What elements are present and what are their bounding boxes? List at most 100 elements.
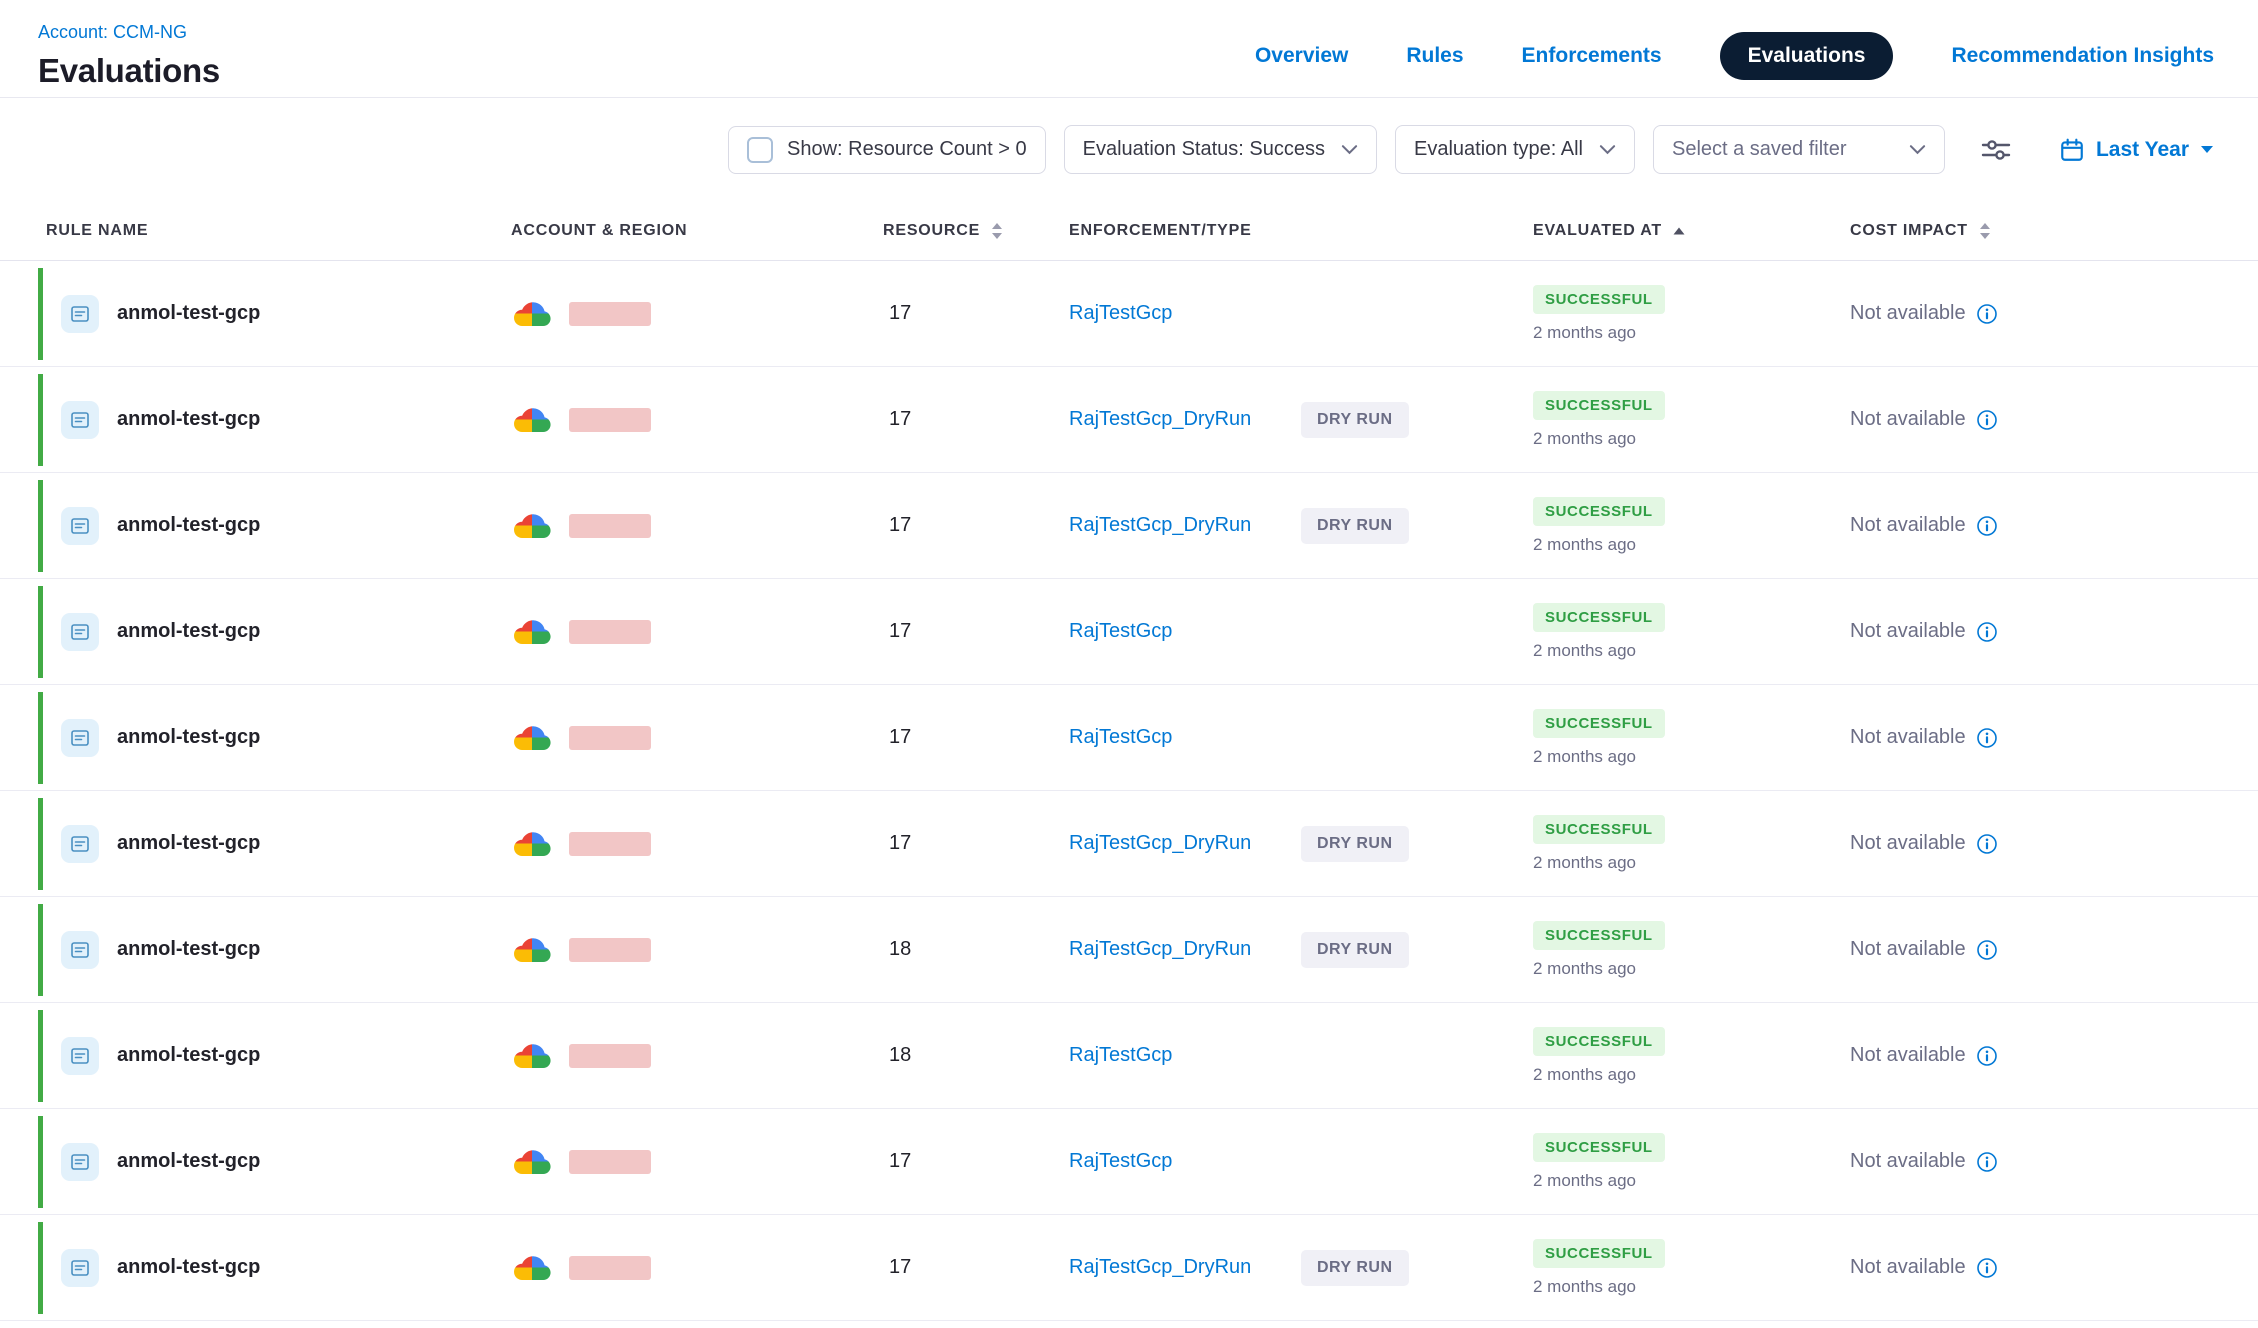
cost-impact-value: Not available [1850, 1044, 1966, 1067]
column-label: COST IMPACT [1850, 222, 1968, 240]
evaluated-at-cell: SUCCESSFUL 2 months ago [1533, 1133, 1850, 1191]
column-resource[interactable]: RESOURCE [883, 221, 1069, 241]
table-row[interactable]: anmol-test-gcp 17 RajTestGcp_DryRun DRY … [0, 1215, 2258, 1321]
dry-run-badge: DRY RUN [1301, 508, 1409, 544]
account-region-cell [511, 723, 883, 752]
cost-impact-value: Not available [1850, 408, 1966, 431]
enforcement-link[interactable]: RajTestGcp [1069, 1150, 1301, 1173]
table-row[interactable]: anmol-test-gcp 17 RajTestGcp_DryRun DRY … [0, 367, 2258, 473]
info-icon[interactable] [1976, 833, 1998, 855]
tab-evaluations[interactable]: Evaluations [1720, 32, 1894, 80]
resource-count: 17 [883, 832, 1069, 855]
cost-impact-cell: Not available [1850, 832, 2214, 855]
enforcement-link[interactable]: RajTestGcp_DryRun [1069, 832, 1301, 855]
cost-impact-cell: Not available [1850, 620, 2214, 643]
sort-icon[interactable] [1978, 221, 1992, 241]
enforcement-link[interactable]: RajTestGcp [1069, 620, 1301, 643]
account-breadcrumb[interactable]: Account: CCM-NG [38, 22, 187, 43]
gcp-cloud-icon [511, 723, 553, 752]
enforcement-cell: RajTestGcp [1069, 1044, 1533, 1067]
rule-name: anmol-test-gcp [117, 514, 260, 537]
enforcement-link[interactable]: RajTestGcp [1069, 726, 1301, 749]
table-row[interactable]: anmol-test-gcp 17 RajTestGcp_DryRun DRY … [0, 473, 2258, 579]
table-row[interactable]: anmol-test-gcp 17 RajTestGcp SUCCESSFUL … [0, 685, 2258, 791]
cost-impact-value: Not available [1850, 514, 1966, 537]
dry-run-badge: DRY RUN [1301, 402, 1409, 438]
resource-count: 18 [883, 938, 1069, 961]
enforcement-link[interactable]: RajTestGcp_DryRun [1069, 514, 1301, 537]
gcp-cloud-icon [511, 1253, 553, 1282]
gcp-cloud-icon [511, 405, 553, 434]
gcp-cloud-icon [511, 935, 553, 964]
column-evaluated-at[interactable]: EVALUATED AT [1533, 222, 1850, 240]
evaluated-at-cell: SUCCESSFUL 2 months ago [1533, 285, 1850, 343]
cost-impact-cell: Not available [1850, 1150, 2214, 1173]
rule-name: anmol-test-gcp [117, 408, 260, 431]
header-left: Account: CCM-NG Evaluations [38, 22, 220, 90]
evaluated-time: 2 months ago [1533, 959, 1850, 979]
resource-count-checkbox[interactable] [747, 137, 773, 163]
sliders-icon [1981, 137, 2011, 163]
enforcement-link[interactable]: RajTestGcp [1069, 302, 1301, 325]
tab-overview[interactable]: Overview [1255, 32, 1348, 80]
evaluated-time: 2 months ago [1533, 1277, 1850, 1297]
info-icon[interactable] [1976, 303, 1998, 325]
info-icon[interactable] [1976, 1045, 1998, 1067]
enforcement-cell: RajTestGcp_DryRun DRY RUN [1069, 402, 1533, 438]
info-icon[interactable] [1976, 939, 1998, 961]
resource-count-filter[interactable]: Show: Resource Count > 0 [728, 126, 1046, 174]
cost-impact-cell: Not available [1850, 514, 2214, 537]
info-icon[interactable] [1976, 409, 1998, 431]
sort-icon[interactable] [990, 221, 1004, 241]
info-icon[interactable] [1976, 621, 1998, 643]
table-row[interactable]: anmol-test-gcp 17 RajTestGcp SUCCESSFUL … [0, 261, 2258, 367]
tab-recommendation-insights[interactable]: Recommendation Insights [1951, 32, 2214, 80]
table-row[interactable]: anmol-test-gcp 17 RajTestGcp SUCCESSFUL … [0, 579, 2258, 685]
tab-rules[interactable]: Rules [1406, 32, 1463, 80]
table-body: anmol-test-gcp 17 RajTestGcp SUCCESSFUL … [0, 261, 2258, 1321]
row-status-strip [38, 268, 43, 360]
table-row[interactable]: anmol-test-gcp 17 RajTestGcp SUCCESSFUL … [0, 1109, 2258, 1215]
table-row[interactable]: anmol-test-gcp 17 RajTestGcp_DryRun DRY … [0, 791, 2258, 897]
info-icon[interactable] [1976, 1151, 1998, 1173]
time-range-value: Last Year [2096, 138, 2189, 162]
status-badge: SUCCESSFUL [1533, 1027, 1665, 1056]
evaluated-at-cell: SUCCESSFUL 2 months ago [1533, 1239, 1850, 1297]
table-row[interactable]: anmol-test-gcp 18 RajTestGcp_DryRun DRY … [0, 897, 2258, 1003]
rule-cell: anmol-test-gcp [38, 480, 511, 572]
rule-cell: anmol-test-gcp [38, 1116, 511, 1208]
enforcement-link[interactable]: RajTestGcp_DryRun [1069, 938, 1301, 961]
dry-run-badge: DRY RUN [1301, 932, 1409, 968]
cost-impact-cell: Not available [1850, 938, 2214, 961]
filter-panel-button[interactable] [1981, 137, 2011, 163]
enforcement-link[interactable]: RajTestGcp [1069, 1044, 1301, 1067]
account-region-cell [511, 405, 883, 434]
info-icon[interactable] [1976, 727, 1998, 749]
account-region-cell [511, 1147, 883, 1176]
tab-enforcements[interactable]: Enforcements [1522, 32, 1662, 80]
evaluated-at-cell: SUCCESSFUL 2 months ago [1533, 709, 1850, 767]
account-region-cell [511, 935, 883, 964]
info-icon[interactable] [1976, 1257, 1998, 1279]
info-icon[interactable] [1976, 515, 1998, 537]
gcp-cloud-icon [511, 299, 553, 328]
table-row[interactable]: anmol-test-gcp 18 RajTestGcp SUCCESSFUL … [0, 1003, 2258, 1109]
evaluation-status-dropdown[interactable]: Evaluation Status: Success [1064, 125, 1377, 174]
rule-name: anmol-test-gcp [117, 1150, 260, 1173]
column-rule-name: RULE NAME [46, 222, 511, 240]
rule-cell: anmol-test-gcp [38, 1010, 511, 1102]
column-label: ACCOUNT & REGION [511, 222, 687, 240]
enforcement-link[interactable]: RajTestGcp_DryRun [1069, 408, 1301, 431]
evaluation-type-dropdown[interactable]: Evaluation type: All [1395, 125, 1635, 174]
column-cost-impact[interactable]: COST IMPACT [1850, 221, 2214, 241]
sort-asc-icon[interactable] [1672, 226, 1686, 236]
time-range-picker[interactable]: Last Year [2059, 137, 2214, 163]
gcp-cloud-icon [511, 617, 553, 646]
rule-name: anmol-test-gcp [117, 620, 260, 643]
saved-filter-dropdown[interactable]: Select a saved filter [1653, 125, 1945, 174]
rule-name: anmol-test-gcp [117, 938, 260, 961]
evaluated-time: 2 months ago [1533, 535, 1850, 555]
resource-count: 17 [883, 620, 1069, 643]
enforcement-link[interactable]: RajTestGcp_DryRun [1069, 1256, 1301, 1279]
resource-count: 17 [883, 726, 1069, 749]
